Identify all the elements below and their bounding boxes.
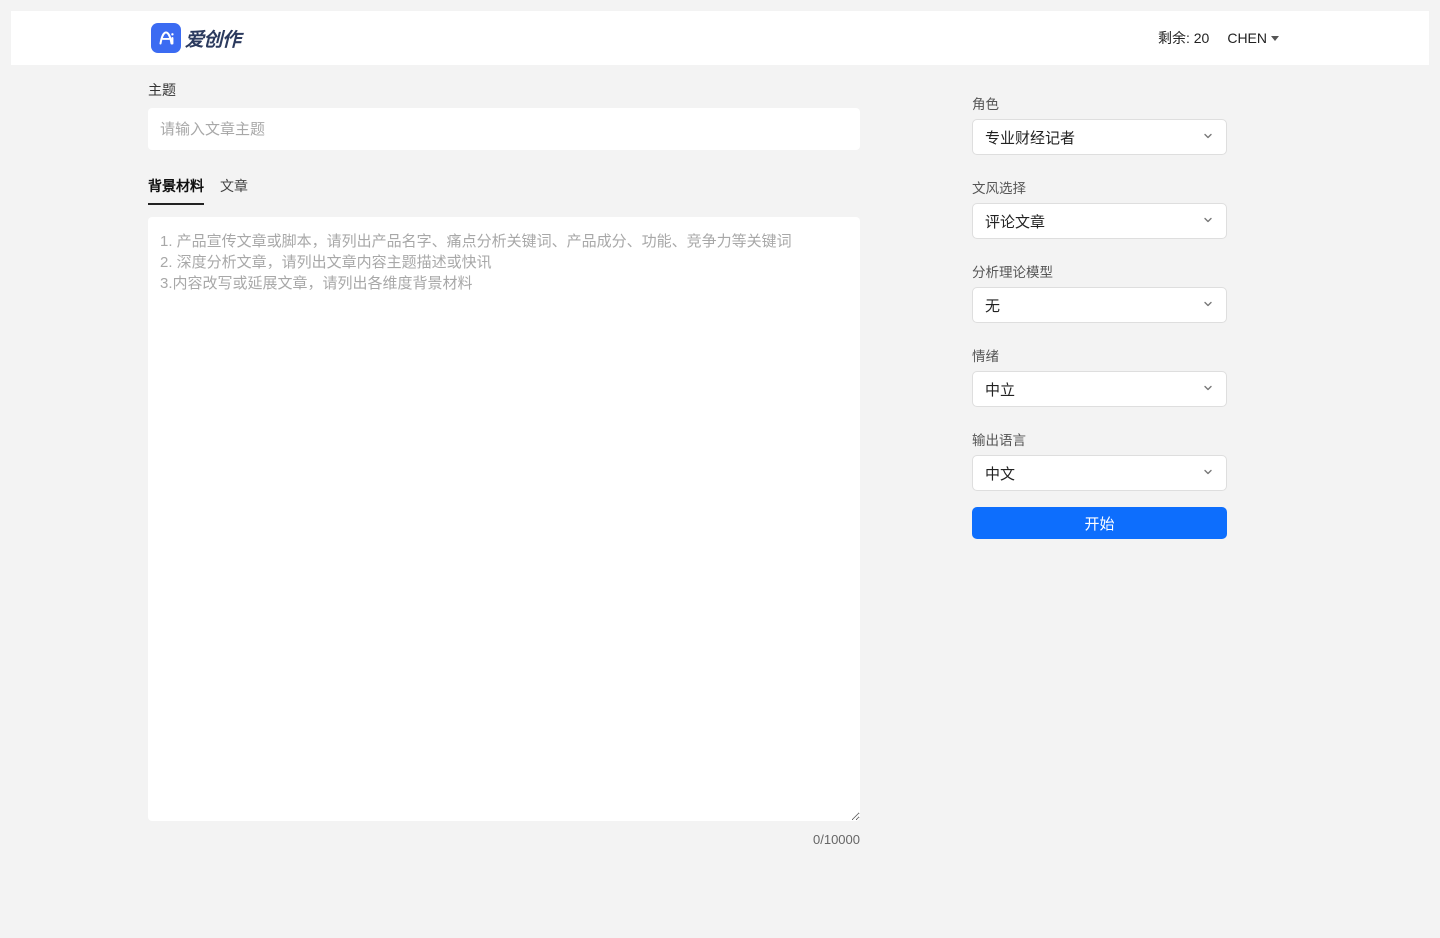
style-label: 文风选择 [972, 177, 1227, 197]
left-column: 主题 背景材料 文章 0/10000 [148, 80, 860, 847]
caret-down-icon [1271, 36, 1279, 41]
logo-text: 爱创作 [185, 25, 241, 52]
content-textarea[interactable] [148, 217, 860, 821]
right-sidebar: 角色 专业财经记者 文风选择 评论文章 分析理论模型 无 [972, 80, 1227, 847]
user-menu-dropdown[interactable]: CHEN [1227, 30, 1279, 46]
role-label: 角色 [972, 93, 1227, 113]
theory-select[interactable]: 无 [972, 287, 1227, 323]
character-count: 0/10000 [148, 832, 860, 847]
chevron-down-icon [1202, 381, 1214, 398]
start-button[interactable]: 开始 [972, 507, 1227, 539]
subject-label: 主题 [148, 80, 860, 100]
emotion-label: 情绪 [972, 345, 1227, 365]
user-name: CHEN [1227, 30, 1267, 46]
tab-article[interactable]: 文章 [220, 176, 248, 205]
chevron-down-icon [1202, 129, 1214, 146]
chevron-down-icon [1202, 213, 1214, 230]
role-value: 专业财经记者 [985, 127, 1075, 148]
theory-value: 无 [985, 295, 1000, 316]
content-tabs: 背景材料 文章 [148, 176, 860, 205]
chevron-down-icon [1202, 297, 1214, 314]
chevron-down-icon [1202, 465, 1214, 482]
subject-input[interactable] [148, 108, 860, 150]
theory-group: 分析理论模型 无 [972, 261, 1227, 323]
header-bar: 爱创作 剩余: 20 CHEN [11, 11, 1429, 65]
textarea-wrap: 0/10000 [148, 217, 860, 847]
tab-background-material[interactable]: 背景材料 [148, 176, 204, 205]
emotion-select[interactable]: 中立 [972, 371, 1227, 407]
role-group: 角色 专业财经记者 [972, 93, 1227, 155]
emotion-value: 中立 [985, 379, 1015, 400]
theory-label: 分析理论模型 [972, 261, 1227, 281]
role-select[interactable]: 专业财经记者 [972, 119, 1227, 155]
style-group: 文风选择 评论文章 [972, 177, 1227, 239]
main-content: 主题 背景材料 文章 0/10000 角色 专业财经记者 文风选择 评论文章 [148, 65, 1292, 847]
style-select[interactable]: 评论文章 [972, 203, 1227, 239]
logo-icon [151, 23, 181, 53]
style-value: 评论文章 [985, 211, 1045, 232]
remaining-count: 剩余: 20 [1158, 28, 1209, 48]
language-select[interactable]: 中文 [972, 455, 1227, 491]
language-label: 输出语言 [972, 429, 1227, 449]
language-group: 输出语言 中文 [972, 429, 1227, 491]
logo-area: 爱创作 [151, 23, 241, 53]
language-value: 中文 [985, 463, 1015, 484]
header-right: 剩余: 20 CHEN [1158, 28, 1279, 48]
emotion-group: 情绪 中立 [972, 345, 1227, 407]
